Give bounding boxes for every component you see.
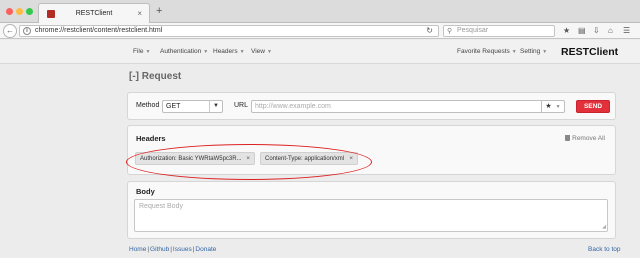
- minimize-window-button[interactable]: [16, 8, 23, 15]
- trash-icon: [565, 135, 571, 141]
- close-window-button[interactable]: [6, 8, 13, 15]
- chevron-down-icon: ▼: [511, 49, 517, 55]
- reload-icon[interactable]: ↻: [426, 26, 433, 35]
- url-placeholder: http://www.example.com: [255, 103, 331, 110]
- request-card: Method GET ▼ URL http://www.example.com …: [127, 92, 616, 120]
- menu-setting[interactable]: Setting ▼: [520, 48, 547, 55]
- search-bar[interactable]: ⚲ Pesquisar: [443, 25, 555, 37]
- menu-label: File: [133, 48, 144, 55]
- footer-link-donate[interactable]: Donate: [195, 246, 216, 253]
- close-tab-icon[interactable]: ×: [137, 9, 142, 18]
- chevron-down-icon: ▼: [209, 101, 222, 112]
- app-navbar: File ▼ Authentication ▼ Headers ▼ View ▼ Fav…: [0, 40, 640, 64]
- browser-toolbar: ← i chrome://restclient/content/restclie…: [0, 23, 640, 39]
- download-icon[interactable]: ⇩: [593, 26, 600, 36]
- menu-label: Headers: [213, 48, 238, 55]
- maximize-window-button[interactable]: [26, 8, 33, 15]
- address-text[interactable]: chrome://restclient/content/restclient.h…: [35, 27, 162, 34]
- remove-all-button[interactable]: Remove All: [565, 135, 605, 142]
- url-label: URL: [234, 102, 249, 109]
- footer-link-issues[interactable]: Issues: [173, 246, 192, 253]
- chevron-down-icon: ▼: [145, 49, 151, 55]
- info-icon[interactable]: i: [23, 27, 31, 35]
- search-icon: ⚲: [447, 28, 453, 35]
- send-button[interactable]: SEND: [576, 100, 610, 113]
- menu-favorite-requests[interactable]: Favorite Requests ▼: [457, 48, 517, 55]
- app-brand[interactable]: RESTClient: [561, 46, 618, 58]
- address-bar[interactable]: i chrome://restclient/content/restclient…: [19, 25, 439, 37]
- annotation-oval: [126, 144, 372, 180]
- browser-tab[interactable]: RESTClient ×: [38, 3, 150, 23]
- request-section-title[interactable]: [-] Request: [129, 71, 181, 82]
- separator: |: [170, 246, 172, 253]
- request-body-placeholder: Request Body: [139, 203, 183, 210]
- remove-all-label: Remove All: [572, 135, 605, 142]
- url-input[interactable]: http://www.example.com: [251, 100, 542, 113]
- resize-handle-icon[interactable]: ◢: [602, 224, 606, 230]
- favorite-dropdown-button[interactable]: ★ ▼: [542, 100, 565, 113]
- separator: |: [147, 246, 150, 253]
- footer-link-github[interactable]: Github: [150, 246, 169, 253]
- chevron-down-icon: ▼: [542, 49, 548, 55]
- body-title: Body: [136, 187, 155, 196]
- star-icon[interactable]: ★: [563, 26, 570, 36]
- method-select[interactable]: GET ▼: [162, 100, 223, 113]
- new-tab-button[interactable]: +: [156, 5, 162, 17]
- menu-label: View: [251, 48, 265, 55]
- menu-file[interactable]: File ▼: [133, 48, 150, 55]
- body-card: Body Request Body ◢: [127, 181, 616, 239]
- back-to-top-link[interactable]: Back to top: [588, 246, 621, 253]
- chevron-down-icon: ▼: [239, 49, 245, 55]
- request-body-textarea[interactable]: Request Body ◢: [134, 199, 608, 232]
- menu-view[interactable]: View ▼: [251, 48, 272, 55]
- method-value: GET: [166, 103, 181, 110]
- footer-links: Home|Github|Issues|Donate: [129, 246, 216, 253]
- footer-link-home[interactable]: Home: [129, 246, 146, 253]
- back-arrow-icon[interactable]: ←: [3, 24, 17, 38]
- browser-tab-strip: RESTClient × +: [0, 0, 640, 23]
- reading-list-icon[interactable]: ▤: [578, 26, 586, 36]
- menu-label: Favorite Requests: [457, 48, 510, 55]
- search-input[interactable]: Pesquisar: [457, 27, 488, 34]
- menu-authentication[interactable]: Authentication ▼: [160, 48, 208, 55]
- menu-label: Setting: [520, 48, 541, 55]
- menu-headers[interactable]: Headers ▼: [213, 48, 245, 55]
- menu-label: Authentication: [160, 48, 202, 55]
- chevron-down-icon: ▼: [555, 104, 561, 110]
- tab-title: RESTClient: [75, 10, 113, 17]
- menu-icon[interactable]: ☰: [623, 26, 630, 36]
- chevron-down-icon: ▼: [266, 49, 272, 55]
- headers-title: Headers: [136, 134, 166, 143]
- home-icon[interactable]: ⌂: [608, 26, 613, 36]
- star-icon: ★: [545, 103, 552, 110]
- chevron-down-icon: ▼: [203, 49, 209, 55]
- method-label: Method: [136, 102, 160, 109]
